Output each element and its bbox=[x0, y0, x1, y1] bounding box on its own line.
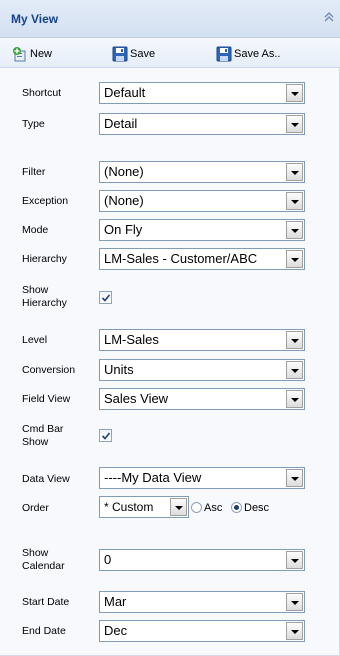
chevron-down-icon[interactable] bbox=[286, 84, 303, 102]
chevron-down-icon[interactable] bbox=[286, 192, 303, 210]
start-date-select[interactable]: Mar bbox=[99, 591, 305, 613]
new-button[interactable]: New bbox=[12, 45, 52, 63]
chevron-down-icon[interactable] bbox=[286, 163, 303, 181]
level-value: LM-Sales bbox=[104, 332, 159, 347]
type-label: Type bbox=[22, 118, 45, 130]
data-view-select[interactable]: ----My Data View bbox=[99, 467, 305, 489]
checkmark-icon bbox=[101, 432, 111, 440]
cmd-bar-show-checkbox[interactable] bbox=[99, 429, 112, 442]
floppy-disk-icon bbox=[216, 46, 232, 62]
end-date-label: End Date bbox=[22, 625, 66, 637]
collapse-icon[interactable] bbox=[322, 10, 336, 24]
conversion-select[interactable]: Units bbox=[99, 359, 305, 381]
show-hierarchy-label-line2: Hierarchy bbox=[22, 297, 67, 309]
cmd-bar-show-label-line2: Show bbox=[22, 436, 49, 448]
type-value: Detail bbox=[104, 116, 138, 131]
filter-value: (None) bbox=[104, 164, 144, 179]
chevron-down-icon[interactable] bbox=[286, 250, 303, 268]
level-label: Level bbox=[22, 334, 48, 346]
order-value: * Custom bbox=[104, 500, 154, 514]
chevron-down-icon[interactable] bbox=[286, 331, 303, 349]
shortcut-select[interactable]: Default bbox=[99, 82, 305, 104]
order-asc-label: Asc bbox=[204, 502, 223, 514]
chevron-down-icon[interactable] bbox=[286, 390, 303, 408]
panel-title: My View bbox=[11, 12, 59, 26]
order-asc-radio[interactable] bbox=[191, 502, 202, 513]
field-view-label: Field View bbox=[22, 393, 71, 405]
chevron-down-icon[interactable] bbox=[170, 498, 187, 516]
panel-header: My View bbox=[0, 0, 340, 38]
chevron-down-icon[interactable] bbox=[286, 115, 303, 133]
toolbar: New Save Save As.. bbox=[0, 38, 340, 68]
my-view-panel: My View New Save Save As.. Shortcut Defa… bbox=[0, 0, 340, 656]
start-date-value: Mar bbox=[104, 594, 127, 609]
show-calendar-value: 0 bbox=[104, 552, 112, 567]
exception-label: Exception bbox=[22, 195, 69, 207]
hierarchy-select[interactable]: LM-Sales - Customer/ABC bbox=[99, 248, 305, 270]
conversion-label: Conversion bbox=[22, 364, 76, 376]
save-as-button-label: Save As.. bbox=[234, 48, 281, 60]
filter-label: Filter bbox=[22, 166, 46, 178]
shortcut-value: Default bbox=[104, 85, 146, 100]
exception-select[interactable]: (None) bbox=[99, 190, 305, 212]
hierarchy-label: Hierarchy bbox=[22, 253, 67, 265]
order-label: Order bbox=[22, 502, 49, 514]
chevron-down-icon[interactable] bbox=[286, 221, 303, 239]
chevron-down-icon[interactable] bbox=[286, 551, 303, 569]
level-select[interactable]: LM-Sales bbox=[99, 329, 305, 351]
end-date-select[interactable]: Dec bbox=[99, 620, 305, 642]
save-as-button[interactable]: Save As.. bbox=[216, 45, 280, 63]
filter-select[interactable]: (None) bbox=[99, 161, 305, 183]
new-document-icon bbox=[12, 46, 28, 62]
mode-value: On Fly bbox=[104, 222, 143, 237]
cmd-bar-show-label-line1: Cmd Bar bbox=[22, 423, 64, 435]
floppy-disk-icon bbox=[112, 46, 128, 62]
data-view-value: ----My Data View bbox=[104, 470, 202, 485]
shortcut-label: Shortcut bbox=[22, 87, 62, 99]
chevron-down-icon[interactable] bbox=[286, 622, 303, 640]
start-date-label: Start Date bbox=[22, 596, 70, 608]
order-desc-label: Desc bbox=[244, 502, 270, 514]
chevron-down-icon[interactable] bbox=[286, 469, 303, 487]
field-view-value: Sales View bbox=[104, 391, 169, 406]
show-calendar-label-line2: Calendar bbox=[22, 560, 65, 572]
hierarchy-value: LM-Sales - Customer/ABC bbox=[104, 251, 258, 266]
type-select[interactable]: Detail bbox=[99, 113, 305, 135]
save-button-label: Save bbox=[130, 48, 156, 60]
conversion-value: Units bbox=[104, 362, 134, 377]
field-view-select[interactable]: Sales View bbox=[99, 388, 305, 410]
show-calendar-label-line1: Show bbox=[22, 547, 49, 559]
show-hierarchy-checkbox[interactable] bbox=[99, 291, 112, 304]
show-calendar-select[interactable]: 0 bbox=[99, 549, 305, 571]
mode-select[interactable]: On Fly bbox=[99, 219, 305, 241]
new-button-label: New bbox=[30, 48, 53, 60]
save-button[interactable]: Save bbox=[112, 45, 155, 63]
data-view-label: Data View bbox=[22, 473, 70, 485]
chevron-down-icon[interactable] bbox=[286, 361, 303, 379]
chevron-down-icon[interactable] bbox=[286, 593, 303, 611]
end-date-value: Dec bbox=[104, 623, 128, 638]
order-select[interactable]: * Custom bbox=[99, 496, 189, 518]
order-desc-radio[interactable] bbox=[231, 502, 242, 513]
checkmark-icon bbox=[101, 294, 111, 302]
show-hierarchy-label-line1: Show bbox=[22, 284, 49, 296]
exception-value: (None) bbox=[104, 193, 144, 208]
mode-label: Mode bbox=[22, 224, 49, 236]
